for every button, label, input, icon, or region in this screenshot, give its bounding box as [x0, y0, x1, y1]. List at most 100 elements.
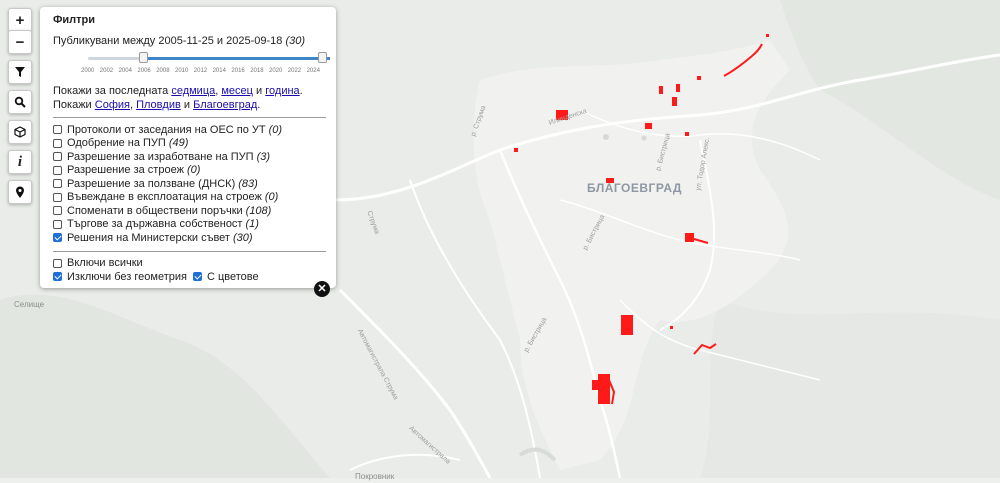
- category-checkbox[interactable]: [53, 179, 62, 189]
- include-all-label: Включи всички: [67, 257, 143, 270]
- range-count: (30): [285, 35, 305, 47]
- category-count: (30): [232, 231, 253, 244]
- feature-polygon: [766, 34, 769, 37]
- link-month[interactable]: месец: [221, 85, 253, 97]
- range-from: 2005-11-25: [158, 35, 214, 47]
- filter-panel: Филтри Публикувани между 2005-11-25 и 20…: [40, 7, 336, 288]
- info-button[interactable]: i: [8, 150, 32, 174]
- category-count: (1): [245, 218, 259, 231]
- slider-tick-label: 2020: [269, 68, 283, 74]
- slider-tick-label: 2004: [118, 68, 132, 74]
- quick-period-row: Покажи за последната седмица, месец и го…: [53, 85, 303, 97]
- link-sofia[interactable]: София: [95, 99, 130, 111]
- with-colors-label: С цветове: [206, 270, 259, 283]
- category-option[interactable]: Споменати в обществени поръчки (108): [53, 204, 326, 218]
- slider-tick-label: 2000: [81, 68, 95, 74]
- category-count: (83): [238, 177, 258, 190]
- category-label: Протоколи от заседания на ОЕС по УТ: [67, 123, 266, 136]
- feature-polygon: [514, 148, 518, 152]
- filter-icon: [15, 67, 25, 77]
- slider-tick-label: 2024: [306, 68, 320, 74]
- category-checkbox[interactable]: [53, 219, 62, 229]
- category-checkbox[interactable]: [53, 233, 62, 243]
- include-all-option[interactable]: Включи всички: [53, 257, 326, 271]
- city-and: и: [183, 99, 191, 111]
- include-all-checkbox[interactable]: [53, 258, 62, 268]
- slider-handle-from[interactable]: [139, 52, 149, 63]
- slider-tick-label: 2022: [287, 68, 302, 74]
- search-button[interactable]: [8, 90, 32, 114]
- slider-handle-to[interactable]: [318, 52, 327, 63]
- info-icon: i: [17, 153, 23, 170]
- category-checkbox[interactable]: [53, 138, 62, 148]
- category-checkbox[interactable]: [53, 165, 62, 175]
- terrain-shade: [700, 300, 1000, 478]
- category-count: (108): [245, 204, 272, 217]
- link-blagoevgrad[interactable]: Благоевград: [193, 99, 257, 111]
- extra-options-row: Изключи без геометрия С цветове: [53, 270, 326, 284]
- category-option[interactable]: Одобрение на ПУП (49): [53, 137, 326, 151]
- slider-tick-label: 2006: [137, 68, 151, 74]
- category-option[interactable]: Разрешение за строеж (0): [53, 164, 326, 178]
- category-count: (49): [168, 137, 189, 150]
- link-week[interactable]: седмица: [171, 85, 215, 97]
- category-label: Одобрение на ПУП: [67, 137, 166, 150]
- feature-polygon: [592, 380, 600, 390]
- quick-filters: Покажи за последната седмица, месец и го…: [53, 84, 326, 112]
- category-label: Разрешение за строеж: [67, 164, 184, 177]
- zoom-in-label: +: [15, 11, 25, 29]
- category-option[interactable]: Решения на Министерски съвет (30): [53, 231, 326, 245]
- feature-polygon: [685, 233, 694, 242]
- slider-tick-label: 2008: [156, 68, 170, 74]
- category-checkbox[interactable]: [53, 125, 62, 135]
- quick-and: и: [256, 85, 263, 97]
- exclude-no-geometry-checkbox[interactable]: [53, 272, 62, 282]
- cube-icon: [14, 126, 26, 138]
- slider-tick-label: 2018: [250, 68, 264, 74]
- quick-period-prefix: Покажи за последната: [53, 85, 169, 97]
- filter-button[interactable]: [8, 60, 32, 84]
- category-option[interactable]: Протоколи от заседания на ОЕС по УТ (0): [53, 123, 326, 137]
- category-count: (0): [186, 164, 201, 177]
- search-icon: [14, 96, 26, 108]
- quick-city-prefix: Покажи: [53, 99, 92, 111]
- 3d-button[interactable]: [8, 120, 32, 144]
- range-prefix: Публикувани между: [53, 35, 156, 47]
- exclude-no-geometry-label: Изключи без геометрия: [67, 270, 187, 283]
- zoom-in-button[interactable]: +: [8, 8, 32, 32]
- category-label: Въвеждане в експлоатация на строеж: [67, 191, 262, 204]
- pin-icon: [16, 186, 24, 198]
- category-label: Решения на Министерски съвет: [67, 231, 230, 244]
- slider-tick-label: 2010: [175, 68, 189, 74]
- slider-tick-label: 2002: [99, 68, 114, 74]
- range-to: 2025-09-18: [226, 35, 283, 47]
- category-checkbox[interactable]: [53, 152, 62, 162]
- quick-city-row: Покажи София, Пловдив и Благоевград.: [53, 99, 261, 111]
- category-count: (3): [256, 150, 271, 163]
- close-panel-button[interactable]: ✕: [314, 281, 330, 297]
- category-checkbox[interactable]: [53, 206, 62, 216]
- category-label: Търгове за държавна собственост: [67, 218, 243, 231]
- zoom-out-label: −: [15, 33, 25, 51]
- range-and: и: [216, 35, 224, 47]
- place-label-pokrovnik: Покровник: [355, 472, 395, 481]
- category-option[interactable]: Търгове за държавна собственост (1): [53, 218, 326, 232]
- category-option[interactable]: Въвеждане в експлоатация на строеж (0): [53, 191, 326, 205]
- category-count: (0): [264, 191, 279, 204]
- panel-title: Филтри: [53, 14, 96, 26]
- link-plovdiv[interactable]: Пловдив: [136, 99, 181, 111]
- category-label: Разрешение за ползване (ДНСК): [67, 177, 236, 190]
- link-year[interactable]: година: [265, 85, 299, 97]
- category-count: (0): [268, 123, 283, 136]
- with-colors-checkbox[interactable]: [192, 272, 202, 282]
- place-label-selishte: Селище: [14, 300, 45, 309]
- category-option[interactable]: Разрешение за ползване (ДНСК) (83): [53, 177, 326, 191]
- feature-polygon: [685, 132, 689, 136]
- location-button[interactable]: [8, 180, 32, 204]
- category-checkbox[interactable]: [53, 192, 62, 202]
- category-option[interactable]: Разрешение за изработване на ПУП (3): [53, 150, 326, 164]
- slider-ticks: 2000 2002 2004 2006 2008 2010 2012 2014 2016 2018…: [55, 68, 326, 80]
- zoom-out-button[interactable]: −: [8, 30, 32, 54]
- divider: [53, 117, 326, 118]
- date-range-slider[interactable]: [88, 52, 330, 66]
